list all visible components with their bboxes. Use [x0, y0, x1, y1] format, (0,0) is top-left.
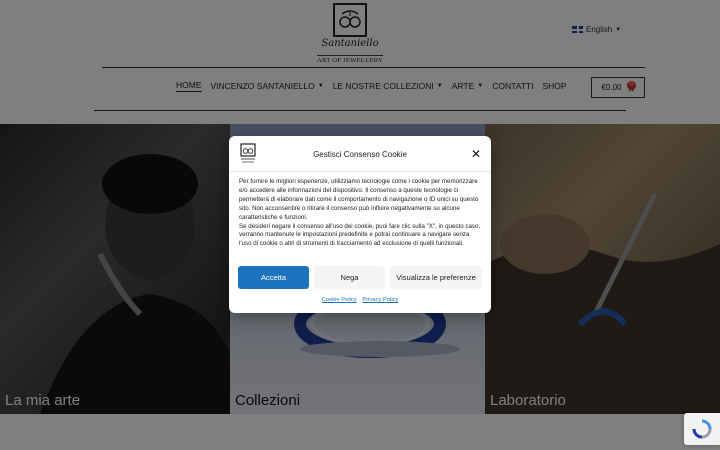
cookie-policy-link[interactable]: Cookie Policy [322, 297, 357, 303]
policy-links: Cookie Policy Privacy Policy [229, 297, 491, 303]
view-preferences-button[interactable]: Visualizza le preferenze [390, 266, 482, 289]
consent-paragraph-2: Se desideri negare il consenso all'uso d… [239, 222, 481, 248]
dialog-actions: Accetta Nega Visualizza le preferenze [238, 266, 482, 289]
consent-paragraph-1: Per fornire le migliori esperienze, util… [239, 178, 479, 221]
cookie-consent-dialog: Gestisci Consenso Cookie ✕ Per fornire l… [229, 136, 491, 313]
privacy-policy-link[interactable]: Privacy Policy [362, 297, 398, 303]
dialog-body: Per fornire le migliori esperienze, util… [229, 172, 491, 249]
accept-button[interactable]: Accetta [238, 266, 309, 289]
recaptcha-icon [692, 419, 712, 439]
close-icon[interactable]: ✕ [471, 148, 481, 160]
dialog-header: Gestisci Consenso Cookie ✕ [229, 136, 491, 172]
recaptcha-badge[interactable] [684, 413, 720, 445]
dialog-title: Gestisci Consenso Cookie [313, 150, 407, 159]
deny-button[interactable]: Nega [314, 266, 385, 289]
